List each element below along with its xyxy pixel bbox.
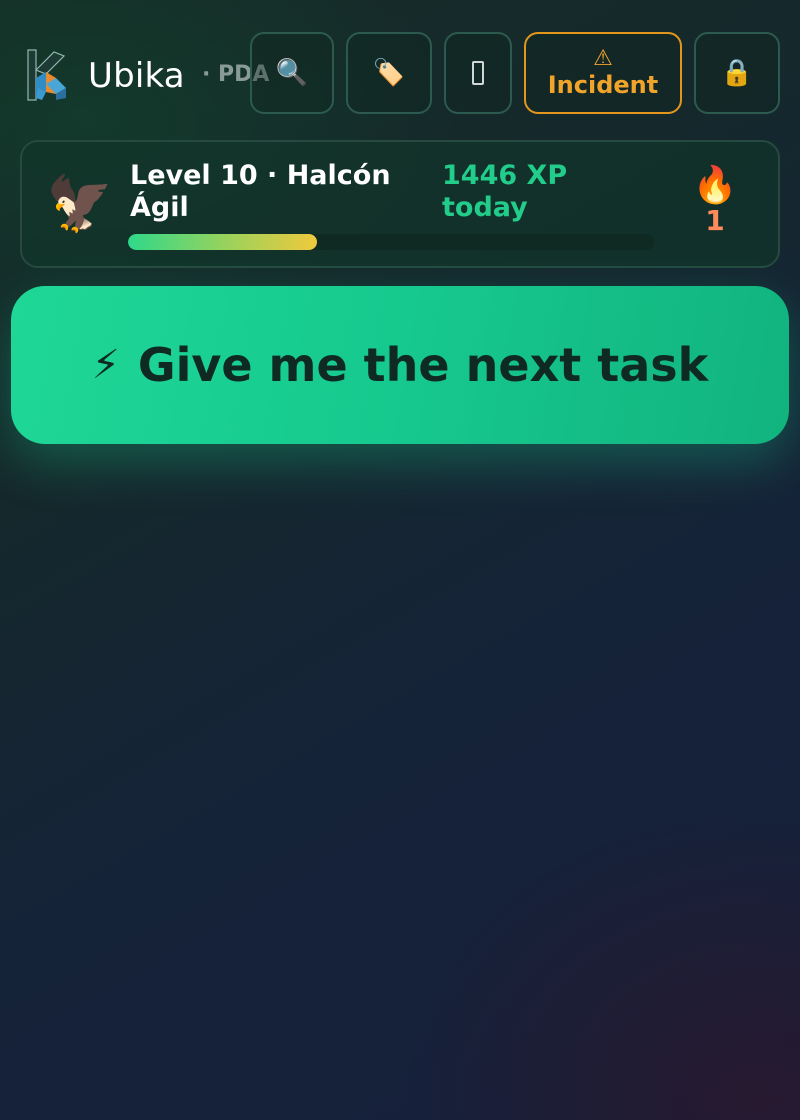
- ubika-logo: [27, 49, 66, 101]
- next-task-label: Give me the next task: [137, 338, 709, 392]
- device-icon: [472, 61, 484, 85]
- lightning-icon: ⚡: [91, 342, 120, 388]
- brand-name: Ubika: [88, 56, 185, 96]
- level-progress-bar: [128, 234, 654, 250]
- level-title: Level 10 · Halcón Ágil: [130, 160, 391, 223]
- warning-icon: ⚠: [593, 46, 613, 71]
- search-icon: 🔍: [275, 58, 309, 88]
- level-progress-fill: [128, 234, 318, 250]
- device-button[interactable]: [444, 32, 512, 114]
- incident-button[interactable]: ⚠ Incident: [524, 32, 682, 114]
- level-card: 🦅 Level 10 · Halcón Ágil 1446 XP today 🔥…: [20, 140, 780, 268]
- xp-today: 1446 XP today: [442, 160, 568, 223]
- next-task-button[interactable]: ⚡ Give me the next task: [11, 286, 789, 444]
- tag-button[interactable]: 🏷️: [346, 32, 432, 114]
- eagle-icon: 🦅: [46, 172, 114, 235]
- incident-label: Incident: [547, 71, 659, 99]
- lock-button[interactable]: 🔒: [694, 32, 780, 114]
- search-button[interactable]: 🔍: [250, 32, 334, 114]
- tag-icon: 🏷️: [372, 58, 406, 88]
- lock-icon: 🔒: [720, 58, 754, 88]
- streak-counter: 🔥 1: [690, 166, 740, 236]
- streak-count: 1: [705, 204, 725, 237]
- fire-icon: 🔥: [692, 165, 738, 206]
